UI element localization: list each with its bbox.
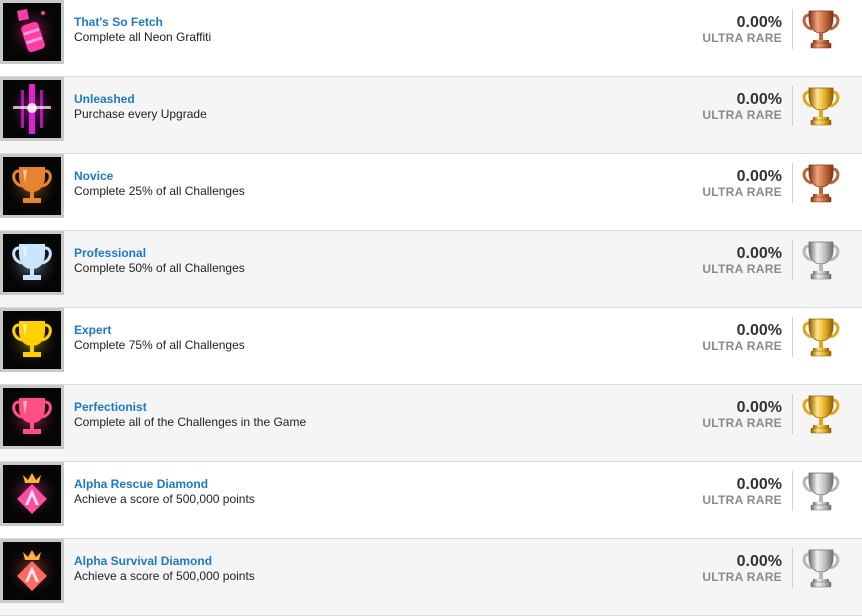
gold-cup-icon[interactable]	[0, 308, 64, 372]
alpha-rescue-badge-icon[interactable]	[0, 462, 64, 526]
trophy-row: Perfectionist Complete all of the Challe…	[0, 385, 862, 462]
divider	[792, 317, 793, 357]
trophy-row: Alpha Rescue Diamond Achieve a score of …	[0, 462, 862, 539]
trophy-row: Professional Complete 50% of all Challen…	[0, 231, 862, 308]
divider	[792, 163, 793, 203]
alpha-survival-badge-icon[interactable]	[0, 539, 64, 603]
earned-percent: 0.00%	[736, 245, 782, 262]
trophy-title[interactable]: Perfectionist	[74, 400, 306, 415]
silver-trophy-icon[interactable]	[800, 238, 842, 282]
neon-spray-can-icon[interactable]	[0, 0, 64, 64]
divider	[792, 240, 793, 280]
trophy-row: Expert Complete 75% of all Challenges 0.…	[0, 308, 862, 385]
earned-percent: 0.00%	[736, 14, 782, 31]
earned-percent: 0.00%	[736, 553, 782, 570]
gold-trophy-icon[interactable]	[800, 392, 842, 436]
rarity-label: ULTRA RARE	[702, 339, 782, 353]
trophy-row: Alpha Survival Diamond Achieve a score o…	[0, 539, 862, 616]
silver-trophy-icon[interactable]	[800, 546, 842, 590]
rarity-label: ULTRA RARE	[702, 108, 782, 122]
trophy-description: Achieve a score of 500,000 points	[74, 492, 255, 506]
trophy-description: Purchase every Upgrade	[74, 107, 207, 121]
earned-percent: 0.00%	[736, 476, 782, 493]
earned-percent: 0.00%	[736, 168, 782, 185]
rarity-label: ULTRA RARE	[702, 31, 782, 45]
trophy-row: That's So Fetch Complete all Neon Graffi…	[0, 0, 862, 77]
rarity-label: ULTRA RARE	[702, 493, 782, 507]
trophy-description: Complete all Neon Graffiti	[74, 30, 212, 44]
trophy-description: Complete 25% of all Challenges	[74, 184, 245, 198]
rarity-label: ULTRA RARE	[702, 570, 782, 584]
earned-percent: 0.00%	[736, 399, 782, 416]
rarity-label: ULTRA RARE	[702, 185, 782, 199]
bronze-cup-icon[interactable]	[0, 154, 64, 218]
trophy-description: Complete 50% of all Challenges	[74, 261, 245, 275]
divider	[792, 548, 793, 588]
trophy-description: Achieve a score of 500,000 points	[74, 569, 255, 583]
trophy-title[interactable]: Alpha Rescue Diamond	[74, 477, 255, 492]
gold-trophy-icon[interactable]	[800, 84, 842, 128]
trophy-title[interactable]: Professional	[74, 246, 245, 261]
divider	[792, 86, 793, 126]
trophy-description: Complete all of the Challenges in the Ga…	[74, 415, 307, 429]
bronze-trophy-icon[interactable]	[800, 7, 842, 51]
trophy-row: Novice Complete 25% of all Challenges 0.…	[0, 154, 862, 231]
silver-cup-icon[interactable]	[0, 231, 64, 295]
trophy-title[interactable]: Unleashed	[74, 92, 207, 107]
earned-percent: 0.00%	[736, 91, 782, 108]
trophy-title[interactable]: Alpha Survival Diamond	[74, 554, 255, 569]
trophy-row: Unleashed Purchase every Upgrade 0.00% U…	[0, 77, 862, 154]
silver-trophy-icon[interactable]	[800, 469, 842, 513]
gold-trophy-icon[interactable]	[800, 315, 842, 359]
rarity-label: ULTRA RARE	[702, 416, 782, 430]
divider	[792, 394, 793, 434]
rarity-label: ULTRA RARE	[702, 262, 782, 276]
earned-percent: 0.00%	[736, 322, 782, 339]
trophy-title[interactable]: Novice	[74, 169, 245, 184]
trophy-description: Complete 75% of all Challenges	[74, 338, 245, 352]
trophy-title[interactable]: That's So Fetch	[74, 15, 211, 30]
bronze-trophy-icon[interactable]	[800, 161, 842, 205]
pink-cup-icon[interactable]	[0, 385, 64, 449]
trophy-title[interactable]: Expert	[74, 323, 245, 338]
neon-energy-burst-icon[interactable]	[0, 77, 64, 141]
divider	[792, 9, 793, 49]
divider	[792, 471, 793, 511]
